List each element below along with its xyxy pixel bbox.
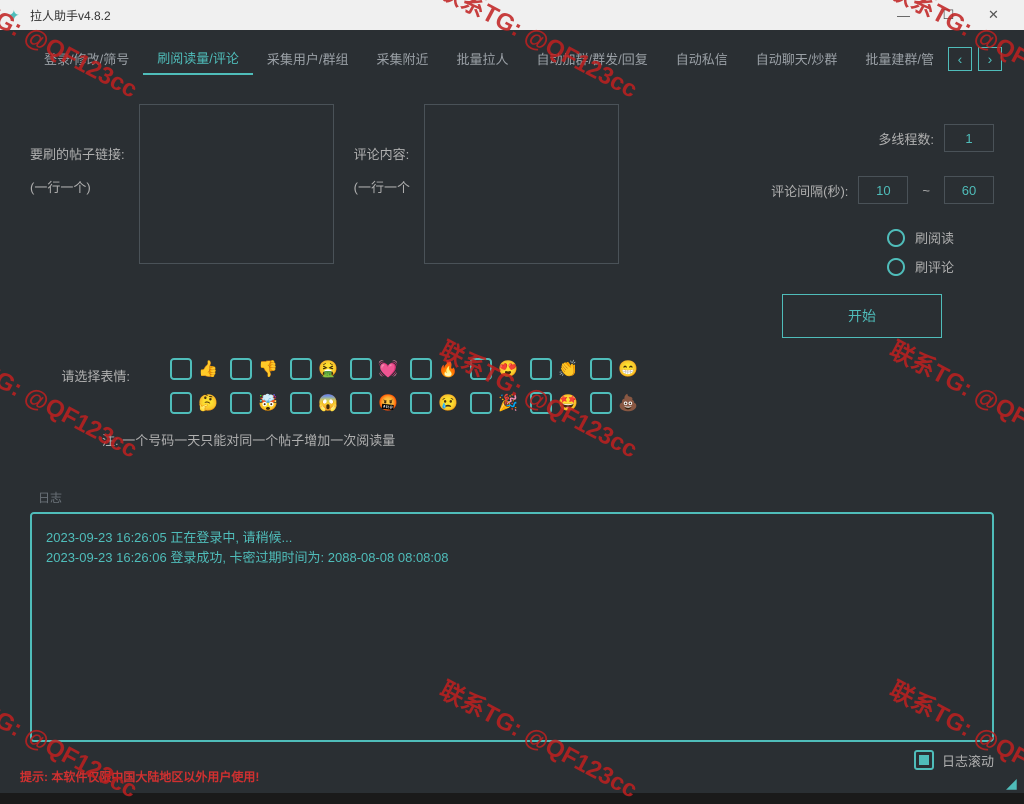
emoji-checkbox[interactable] — [170, 392, 192, 414]
tab-bar: 登录/修改/筛号 刷阅读量/评论 采集用户/群组 采集附近 批量拉人 自动加群/… — [0, 30, 1024, 84]
tab-auto-chat[interactable]: 自动聊天/炒群 — [742, 43, 852, 74]
emoji-fire-icon: 🔥 — [438, 359, 458, 379]
radio-comment-label: 刷评论 — [915, 257, 954, 276]
emoji-checkbox[interactable] — [290, 358, 312, 380]
emoji-checkbox[interactable] — [410, 358, 432, 380]
emoji-vomit-icon: 🤮 — [318, 359, 338, 379]
tab-prev-arrow[interactable]: ‹ — [948, 47, 972, 71]
emoji-checkbox[interactable] — [350, 392, 372, 414]
emoji-party-icon: 🎉 — [498, 393, 518, 413]
log-section: 日志 2023-09-23 16:26:05 正在登录中, 请稍候... 202… — [30, 489, 994, 778]
log-scroll-label: 日志滚动 — [942, 751, 994, 770]
threads-label: 多线程数: — [878, 129, 934, 148]
radio-brush-read[interactable]: 刷阅读 — [887, 228, 954, 247]
emoji-checkbox[interactable] — [410, 392, 432, 414]
comment-label: 评论内容: — [354, 144, 410, 163]
checkbox-checked-icon — [914, 750, 934, 770]
emoji-cry-icon: 😢 — [438, 393, 458, 413]
bottom-warning: 提示: 本软件仅限中国大陆地区以外用户使用! — [20, 768, 259, 785]
radio-brush-comment[interactable]: 刷评论 — [887, 257, 954, 276]
interval-min-input[interactable] — [858, 176, 908, 204]
emoji-row-2: 🤔 🤯 😱 🤬 😢 🎉 🤩 💩 — [170, 392, 638, 414]
log-line: 2023-09-23 16:26:06 登录成功, 卡密过期时间为: 2088-… — [46, 548, 978, 568]
tab-batch-create[interactable]: 批量建群/管 — [851, 43, 948, 74]
tab-brush-read[interactable]: 刷阅读量/评论 — [143, 42, 253, 75]
app-body: 登录/修改/筛号 刷阅读量/评论 采集用户/群组 采集附近 批量拉人 自动加群/… — [0, 30, 1024, 793]
emoji-hearteyes-icon: 😍 — [498, 359, 518, 379]
start-button[interactable]: 开始 — [782, 294, 942, 338]
radio-circle-icon — [887, 258, 905, 276]
emoji-checkbox[interactable] — [230, 392, 252, 414]
emoji-poop-icon: 💩 — [618, 393, 638, 413]
tab-auto-group[interactable]: 自动加群/群发/回复 — [523, 43, 662, 74]
post-link-label: 要刷的帖子链接: — [30, 144, 125, 163]
tab-next-arrow[interactable]: › — [978, 47, 1002, 71]
params-panel: 多线程数: 评论间隔(秒): ~ 刷阅读 — [724, 104, 994, 338]
threads-input[interactable] — [944, 124, 994, 152]
comment-hint: (一行一个 — [354, 177, 410, 196]
titlebar: 拉人助手v4.8.2 — ☐ ✕ — [0, 0, 1024, 30]
maximize-button[interactable]: ☐ — [926, 0, 971, 30]
emoji-think-icon: 🤔 — [198, 393, 218, 413]
emoji-thumbsup-icon: 👍 — [198, 359, 218, 379]
tab-batch-pull[interactable]: 批量拉人 — [443, 43, 523, 74]
radio-read-label: 刷阅读 — [915, 228, 954, 247]
interval-separator: ~ — [922, 183, 930, 198]
emoji-checkbox[interactable] — [530, 392, 552, 414]
emoji-thumbsdown-icon: 👎 — [258, 359, 278, 379]
emoji-scream-icon: 😱 — [318, 393, 338, 413]
post-link-labels: 要刷的帖子链接: (一行一个) — [30, 104, 125, 210]
emoji-section: 请选择表情: 👍 👎 🤮 💓 🔥 😍 👏 😁 🤔 🤯 — [30, 358, 994, 414]
post-link-hint: (一行一个) — [30, 177, 125, 196]
emoji-label: 请选择表情: — [30, 358, 130, 385]
interval-max-input[interactable] — [944, 176, 994, 204]
emoji-row-1: 👍 👎 🤮 💓 🔥 😍 👏 😁 — [170, 358, 638, 380]
emoji-star-icon: 🤩 — [558, 393, 578, 413]
emoji-heart-icon: 💓 — [378, 359, 398, 379]
emoji-checkbox[interactable] — [470, 358, 492, 380]
minimize-button[interactable]: — — [881, 0, 926, 30]
interval-label: 评论间隔(秒): — [771, 181, 848, 200]
app-window: 拉人助手v4.8.2 — ☐ ✕ 登录/修改/筛号 刷阅读量/评论 采集用户/群… — [0, 0, 1024, 793]
emoji-angry-icon: 🤬 — [378, 393, 398, 413]
log-scroll-toggle[interactable]: 日志滚动 — [914, 750, 994, 770]
log-line: 2023-09-23 16:26:05 正在登录中, 请稍候... — [46, 528, 978, 548]
emoji-checkbox[interactable] — [530, 358, 552, 380]
tab-collect-user[interactable]: 采集用户/群组 — [253, 43, 363, 74]
emoji-checkbox[interactable] — [230, 358, 252, 380]
tab-login[interactable]: 登录/修改/筛号 — [30, 43, 143, 74]
comment-labels: 评论内容: (一行一个 — [354, 104, 410, 210]
emoji-checkbox[interactable] — [290, 392, 312, 414]
radio-circle-icon — [887, 229, 905, 247]
emoji-checkbox[interactable] — [350, 358, 372, 380]
emoji-mindblown-icon: 🤯 — [258, 393, 278, 413]
comment-textarea[interactable] — [424, 104, 619, 264]
emoji-checkbox[interactable] — [470, 392, 492, 414]
window-controls: — ☐ ✕ — [881, 0, 1016, 30]
resize-grip-icon[interactable]: ◢ — [1006, 775, 1022, 791]
post-link-textarea[interactable] — [139, 104, 334, 264]
app-icon — [8, 7, 24, 23]
emoji-clap-icon: 👏 — [558, 359, 578, 379]
log-label: 日志 — [30, 489, 994, 506]
window-title: 拉人助手v4.8.2 — [30, 7, 881, 24]
note-text: 注: 一个号码一天只能对同一个帖子增加一次阅读量 — [102, 430, 994, 449]
log-box[interactable]: 2023-09-23 16:26:05 正在登录中, 请稍候... 2023-0… — [30, 512, 994, 742]
tab-collect-nearby[interactable]: 采集附近 — [362, 43, 442, 74]
tab-auto-dm[interactable]: 自动私信 — [662, 43, 742, 74]
close-button[interactable]: ✕ — [971, 0, 1016, 30]
emoji-grin-icon: 😁 — [618, 359, 638, 379]
emoji-checkbox[interactable] — [170, 358, 192, 380]
emoji-checkbox[interactable] — [590, 392, 612, 414]
emoji-checkbox[interactable] — [590, 358, 612, 380]
content-area: 要刷的帖子链接: (一行一个) 评论内容: (一行一个 多线程数: — [0, 84, 1024, 459]
